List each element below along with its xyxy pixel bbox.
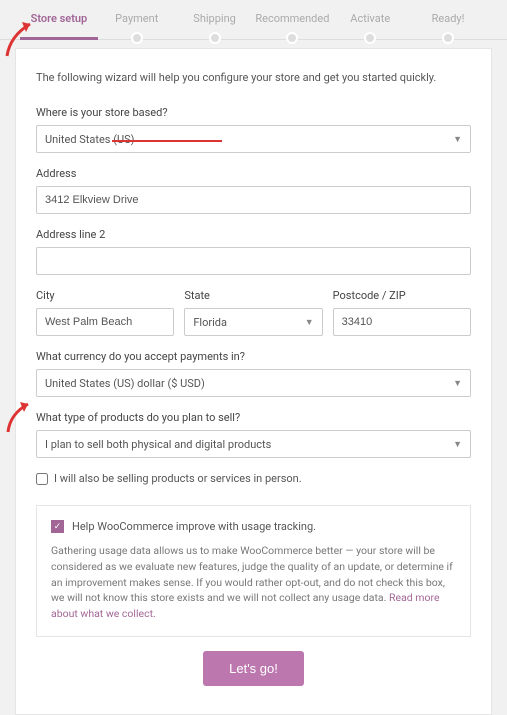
product-type-value: I plan to sell both physical and digital… xyxy=(45,438,271,451)
step-ready-[interactable]: Ready! xyxy=(409,12,487,39)
chevron-down-icon: ▼ xyxy=(453,378,462,389)
currency-select[interactable]: United States (US) dollar ($ USD) ▼ xyxy=(36,369,471,397)
address-input[interactable] xyxy=(36,186,471,214)
step-recommended[interactable]: Recommended xyxy=(253,12,331,39)
chevron-down-icon: ▼ xyxy=(305,317,314,328)
city-input[interactable] xyxy=(36,308,174,336)
state-select[interactable]: Florida ▼ xyxy=(184,308,322,336)
product-type-label: What type of products do you plan to sel… xyxy=(36,411,471,424)
store-based-label: Where is your store based? xyxy=(36,106,471,119)
setup-panel: The following wizard will help you confi… xyxy=(15,48,492,715)
state-value: Florida xyxy=(193,316,227,329)
country-value: United States (US) xyxy=(45,133,134,146)
annotation-arrow-2 xyxy=(4,398,40,434)
tracking-head-label: Help WooCommerce improve with usage trac… xyxy=(72,520,316,533)
tracking-body: Gathering usage data allows us to make W… xyxy=(51,543,456,622)
step-shipping[interactable]: Shipping xyxy=(176,12,254,39)
in-person-label: I will also be selling products or servi… xyxy=(54,472,302,485)
intro-text: The following wizard will help you confi… xyxy=(36,71,471,84)
address-label: Address xyxy=(36,167,471,180)
address2-input[interactable] xyxy=(36,247,471,275)
chevron-down-icon: ▼ xyxy=(453,134,462,145)
currency-value: United States (US) dollar ($ USD) xyxy=(45,377,205,390)
city-label: City xyxy=(36,289,174,302)
chevron-down-icon: ▼ xyxy=(453,439,462,450)
annotation-arrow-1 xyxy=(2,18,42,58)
postcode-label: Postcode / ZIP xyxy=(333,289,471,302)
annotation-underline xyxy=(112,140,222,142)
tracking-box: ✓ Help WooCommerce improve with usage tr… xyxy=(36,505,471,637)
lets-go-button[interactable]: Let's go! xyxy=(203,651,304,686)
step-activate[interactable]: Activate xyxy=(331,12,409,39)
in-person-checkbox[interactable] xyxy=(36,473,48,485)
product-type-select[interactable]: I plan to sell both physical and digital… xyxy=(36,430,471,458)
step-payment[interactable]: Payment xyxy=(98,12,176,39)
address2-label: Address line 2 xyxy=(36,228,471,241)
country-select[interactable]: United States (US) ▼ xyxy=(36,125,471,153)
postcode-input[interactable] xyxy=(333,308,471,336)
currency-label: What currency do you accept payments in? xyxy=(36,350,471,363)
wizard-steps: Store setupPaymentShippingRecommendedAct… xyxy=(0,0,507,40)
tracking-checkbox[interactable]: ✓ xyxy=(51,520,64,533)
state-label: State xyxy=(184,289,322,302)
